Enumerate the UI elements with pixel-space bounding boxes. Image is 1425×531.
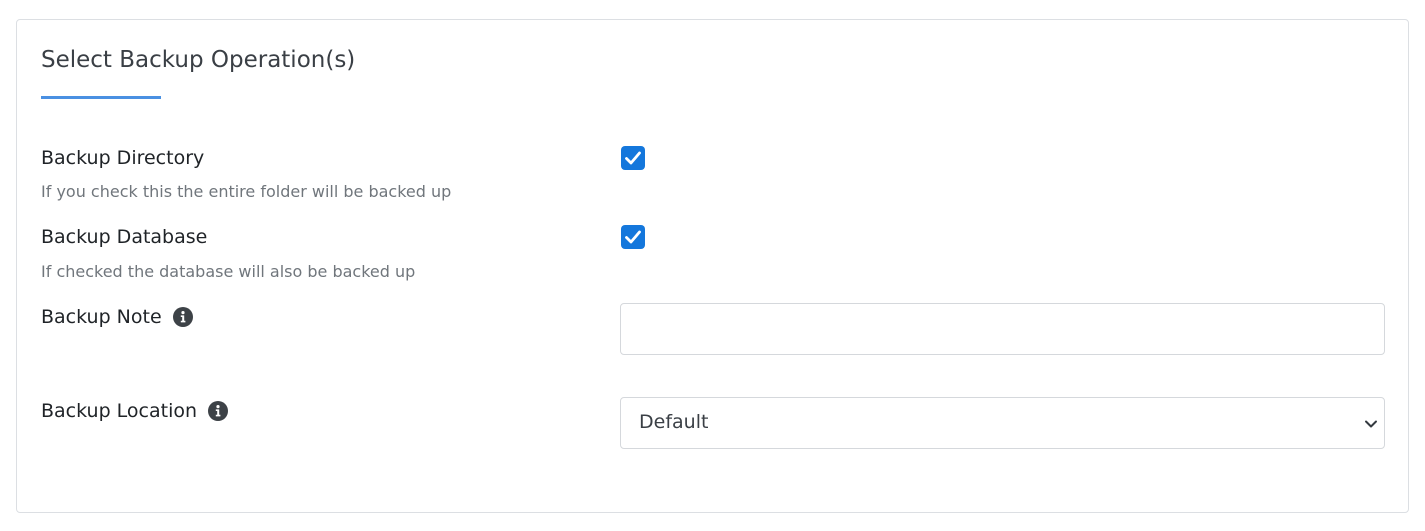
backup-database-label: Backup Database bbox=[41, 226, 207, 248]
backup-database-checkbox[interactable] bbox=[621, 225, 645, 249]
info-icon[interactable] bbox=[208, 401, 229, 421]
backup-directory-help: If you check this the entire folder will… bbox=[41, 182, 452, 201]
backup-note-label-text: Backup Note bbox=[41, 306, 162, 328]
backup-note-input[interactable] bbox=[620, 303, 1385, 355]
backup-note-label: Backup Note bbox=[41, 306, 193, 328]
backup-database-label-text: Backup Database bbox=[41, 226, 208, 248]
backup-location-selected-value: Default bbox=[639, 411, 709, 433]
chevron-down-icon bbox=[1365, 420, 1377, 428]
backup-directory-label: Backup Directory bbox=[41, 147, 204, 169]
backup-directory-label-text: Backup Directory bbox=[41, 147, 205, 169]
title-underline bbox=[41, 96, 161, 99]
section-title: Select Backup Operation(s) bbox=[41, 47, 356, 73]
info-icon[interactable] bbox=[172, 307, 193, 327]
backup-database-help: If checked the database will also be bac… bbox=[41, 262, 416, 281]
backup-operations-card: Select Backup Operation(s) Backup Direct… bbox=[16, 19, 1409, 513]
checkmark-icon bbox=[625, 151, 641, 165]
backup-directory-checkbox[interactable] bbox=[621, 146, 645, 170]
backup-location-label: Backup Location bbox=[41, 400, 229, 422]
backup-location-label-text: Backup Location bbox=[41, 400, 198, 422]
checkmark-icon bbox=[625, 230, 641, 244]
backup-location-select[interactable]: Default bbox=[620, 397, 1385, 449]
